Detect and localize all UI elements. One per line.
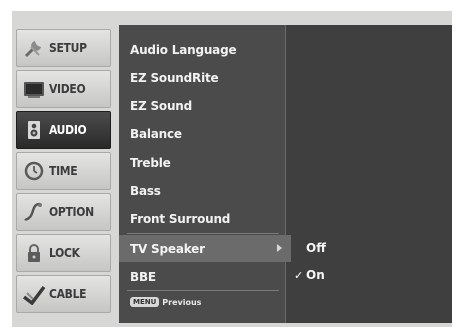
- option-label: Off: [306, 241, 326, 255]
- menu-item-label: TV Speaker: [130, 241, 205, 256]
- menu-item-ez-soundrite[interactable]: EZ SoundRite: [119, 64, 285, 91]
- menu-item-treble[interactable]: Treble: [119, 149, 285, 176]
- menu-footer: MENU Previous: [130, 297, 201, 307]
- menu-item-label: EZ Sound: [130, 98, 193, 113]
- tab-label: SETUP: [49, 41, 87, 55]
- tab-cable[interactable]: CABLE: [16, 275, 111, 313]
- previous-label: Previous: [162, 297, 202, 307]
- menu-item-label: BBE: [130, 269, 156, 284]
- audio-menu-list: Audio Language EZ SoundRite EZ Sound Bal…: [119, 25, 291, 323]
- tab-time[interactable]: TIME: [16, 152, 111, 190]
- tab-audio[interactable]: AUDIO: [16, 111, 111, 149]
- tab-label: CABLE: [49, 287, 87, 301]
- menu-item-tv-speaker[interactable]: TV Speaker: [119, 235, 291, 262]
- menu-item-label: Balance: [130, 126, 182, 141]
- menu-divider: [127, 233, 279, 234]
- menu-item-label: Treble: [130, 155, 171, 170]
- menu-item-label: Audio Language: [130, 42, 237, 57]
- tab-label: OPTION: [49, 205, 94, 219]
- tab-label: AUDIO: [49, 123, 87, 137]
- option-off[interactable]: Off: [294, 237, 326, 259]
- menu-item-bbe[interactable]: BBE: [119, 263, 285, 290]
- menu-key-badge[interactable]: MENU: [130, 297, 160, 307]
- menu-item-balance[interactable]: Balance: [119, 120, 285, 147]
- tab-lock[interactable]: LOCK: [16, 234, 111, 272]
- tab-video[interactable]: VIDEO: [16, 70, 111, 108]
- option-label: On: [306, 268, 325, 282]
- lock-icon: [28, 244, 40, 262]
- menu-divider: [127, 290, 279, 291]
- tab-label: TIME: [49, 164, 78, 178]
- menu-item-ez-sound[interactable]: EZ Sound: [119, 92, 285, 119]
- tab-option[interactable]: OPTION: [16, 193, 111, 231]
- menu-item-front-surround[interactable]: Front Surround: [119, 205, 285, 232]
- tab-label: VIDEO: [49, 82, 86, 96]
- tab-label: LOCK: [49, 246, 80, 260]
- menu-item-label: Front Surround: [130, 211, 231, 226]
- chevron-right-icon: [277, 244, 282, 252]
- cable-icon: [22, 285, 46, 305]
- menu-item-label: EZ SoundRite: [130, 70, 219, 85]
- checkmark-icon: ✓: [294, 268, 304, 282]
- audio-menu-panel: Audio Language EZ SoundRite EZ Sound Bal…: [119, 25, 452, 323]
- tab-setup[interactable]: SETUP: [16, 29, 111, 67]
- menu-item-audio-language[interactable]: Audio Language: [119, 36, 285, 63]
- clock-icon: [24, 161, 44, 181]
- wrench-icon: [24, 41, 41, 58]
- speaker-icon: [28, 121, 40, 139]
- menu-item-bass[interactable]: Bass: [119, 177, 285, 204]
- option-icon: [24, 202, 42, 221]
- tv-icon: [24, 82, 44, 98]
- option-on[interactable]: ✓ On: [294, 264, 325, 286]
- menu-item-label: Bass: [130, 183, 161, 198]
- category-tabs: SETUP VIDEO AUDIO TIME OPTION LOCK CABLE: [16, 29, 113, 321]
